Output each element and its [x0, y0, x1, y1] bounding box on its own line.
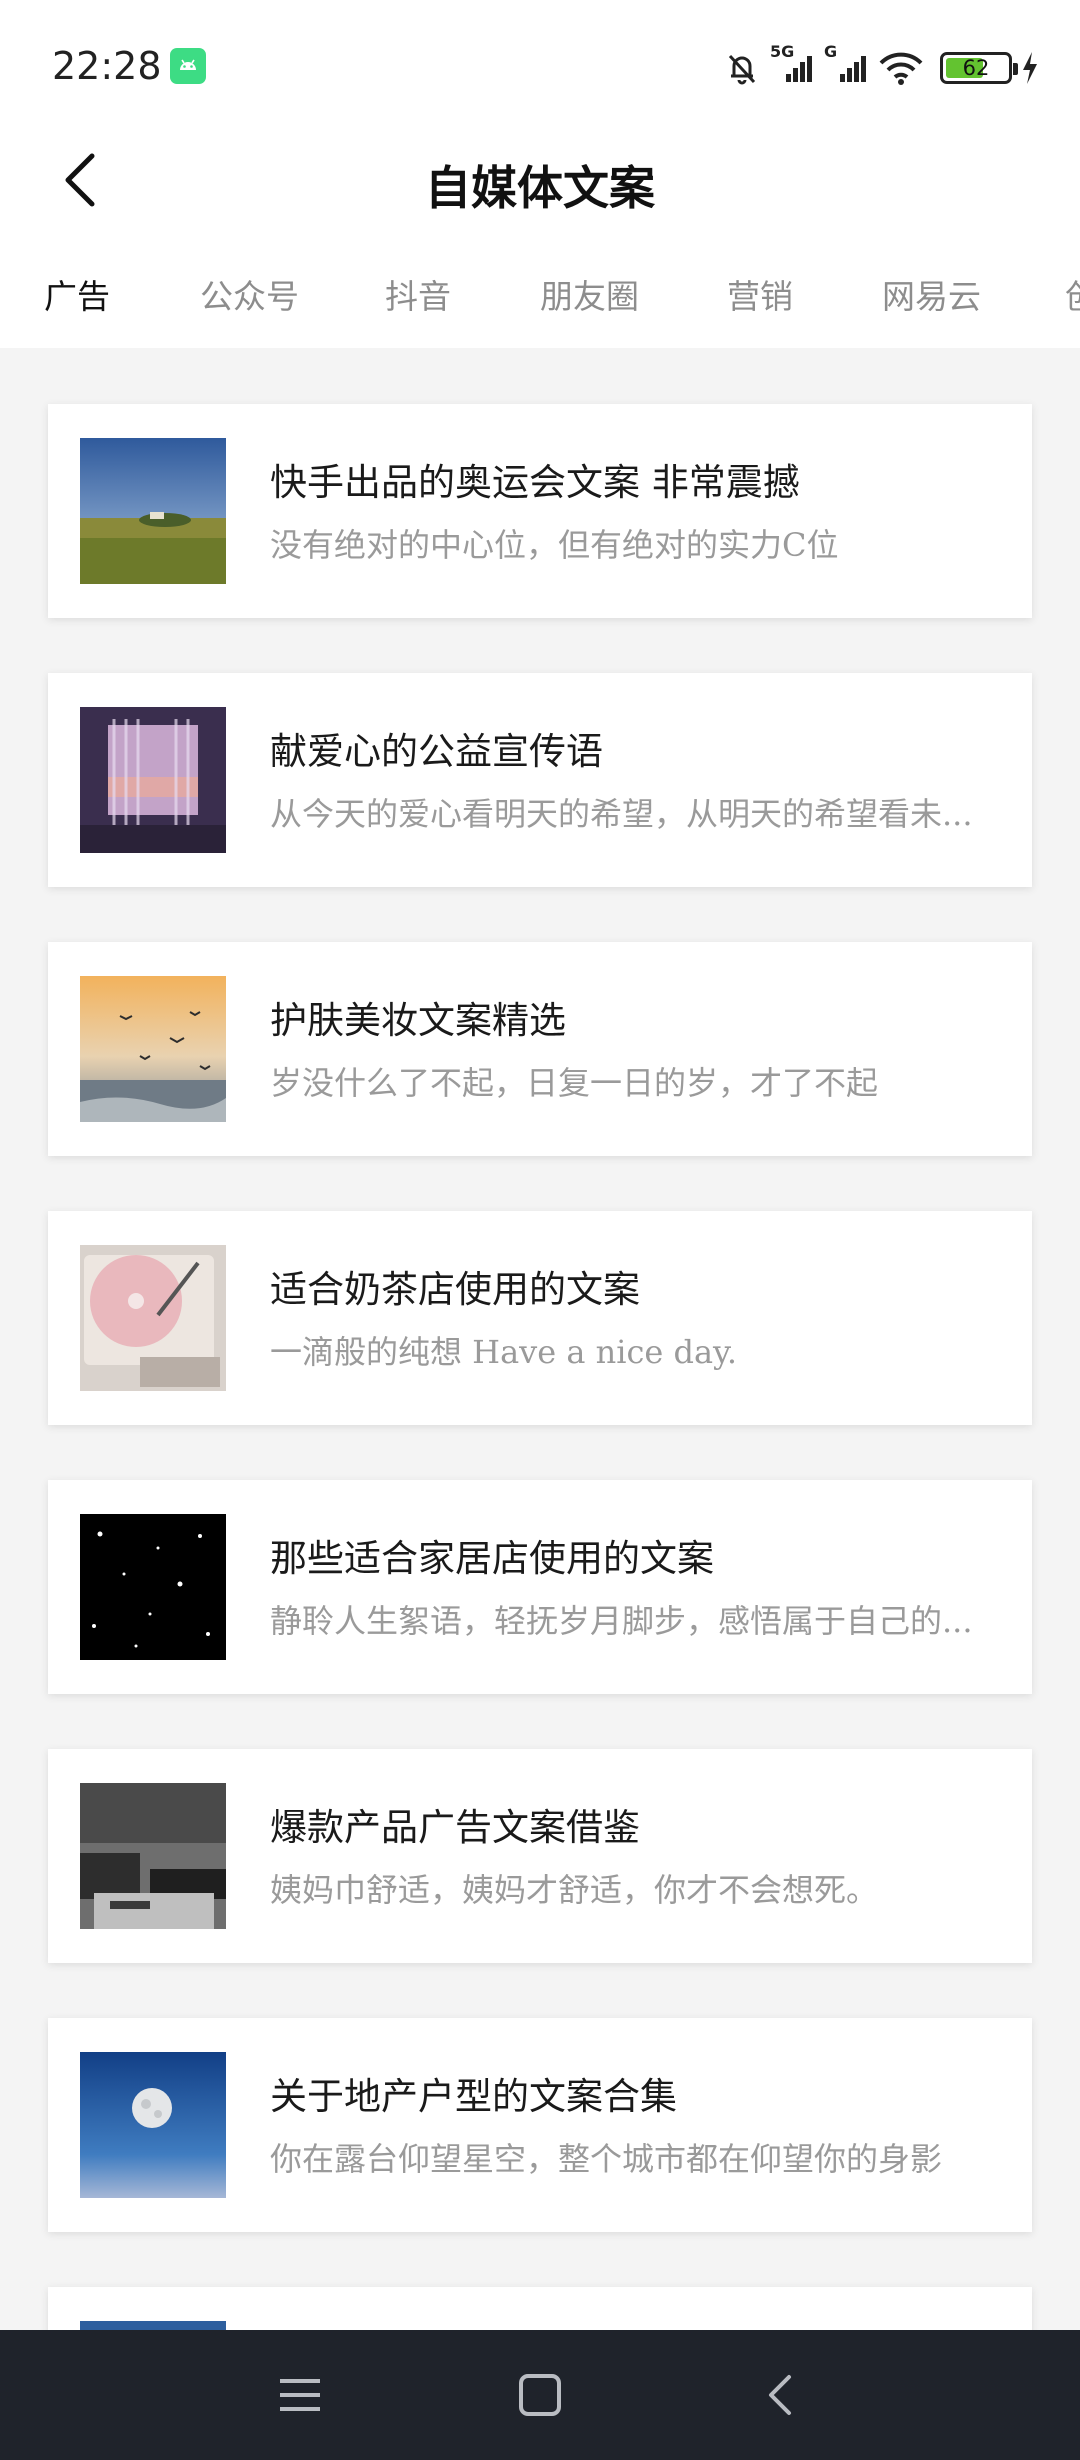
- signal-label-5g: 5G: [770, 42, 795, 61]
- article-title: 献爱心的公益宣传语: [270, 730, 603, 773]
- article-title: 快手出品的奥运会文案 非常震撼: [270, 461, 800, 504]
- tab-netease-cloud[interactable]: 网易云: [882, 270, 981, 318]
- cell-signal-icon-2: G: [824, 42, 870, 88]
- article-title: 关于地产户型的文案合集: [270, 2075, 677, 2118]
- battery-tip: [1013, 63, 1018, 75]
- article-title: 那些适合家居店使用的文案: [270, 1537, 714, 1580]
- list-item[interactable]: 关于地产户型的文案合集 你在露台仰望星空，整个城市都在仰望你的身影: [48, 2018, 1032, 2232]
- list-item[interactable]: 那些适合家居店使用的文案 静聆人生絮语，轻抚岁月脚步，感悟属于自己的...: [48, 1480, 1032, 1694]
- battery-level: 62: [962, 56, 990, 80]
- header: 自媒体文案: [0, 130, 1080, 230]
- article-subtitle: 一滴般的纯想 Have a nice day.: [270, 1333, 738, 1371]
- list-item[interactable]: 献爱心的公益宣传语 从今天的爱心看明天的希望，从明天的希望看未...: [48, 673, 1032, 887]
- cell-signal-icon: 5G: [770, 42, 816, 88]
- thumbnail-moon-blue-sky: [80, 2052, 226, 2198]
- list-item[interactable]: 爆款产品广告文案借鉴 姨妈巾舒适，姨妈才舒适，你才不会想死。: [48, 1749, 1032, 1963]
- article-subtitle: 静聆人生絮语，轻抚岁月脚步，感悟属于自己的...: [270, 1602, 973, 1640]
- tab-douyin[interactable]: 抖音: [385, 270, 451, 318]
- list-item[interactable]: [48, 2287, 1032, 2330]
- tab-ads[interactable]: 广告: [44, 270, 110, 318]
- android-notification-icon: [170, 48, 206, 84]
- list-item[interactable]: 护肤美妆文案精选 岁没什么了不起，日复一日的岁，才了不起: [48, 942, 1032, 1156]
- category-tabs: 广告 公众号 抖音 朋友圈 营销 网易云 创: [0, 230, 1080, 348]
- system-nav-bar: [0, 2330, 1080, 2460]
- article-list: 快手出品的奥运会文案 非常震撼 没有绝对的中心位，但有绝对的实力C位 献爱心的公…: [0, 348, 1080, 2330]
- mute-bell-icon: [722, 48, 762, 88]
- thumbnail-pink-record-player: [80, 1245, 226, 1391]
- list-item[interactable]: 适合奶茶店使用的文案 一滴般的纯想 Have a nice day.: [48, 1211, 1032, 1425]
- thumbnail-curtain-window: [80, 707, 226, 853]
- menu-button[interactable]: [270, 2365, 330, 2425]
- status-bar: 22:28 5G G 62: [0, 0, 1080, 130]
- home-square-icon: [519, 2374, 561, 2416]
- menu-icon: [280, 2379, 320, 2411]
- status-icons: 5G G 62: [722, 42, 1040, 92]
- article-title: 护肤美妆文案精选: [270, 999, 566, 1042]
- article-subtitle: 你在露台仰望星空，整个城市都在仰望你的身影: [270, 2140, 943, 2178]
- charging-icon: [1020, 50, 1040, 86]
- tab-official-account[interactable]: 公众号: [200, 270, 299, 318]
- article-subtitle: 没有绝对的中心位，但有绝对的实力C位: [270, 526, 839, 564]
- thumbnail-blue-sky: [80, 2321, 226, 2330]
- tab-partial[interactable]: 创: [1065, 270, 1080, 318]
- status-time: 22:28: [52, 44, 162, 88]
- article-subtitle: 岁没什么了不起，日复一日的岁，才了不起: [270, 1064, 879, 1102]
- thumbnail-dark-living-room: [80, 1783, 226, 1929]
- thumbnail-seagulls-sunset: [80, 976, 226, 1122]
- wifi-icon: [878, 48, 924, 88]
- article-subtitle: 从今天的爱心看明天的希望，从明天的希望看未...: [270, 795, 973, 833]
- system-back-button[interactable]: [750, 2365, 810, 2425]
- home-button[interactable]: [510, 2365, 570, 2425]
- tab-moments[interactable]: 朋友圈: [540, 270, 639, 318]
- article-title: 适合奶茶店使用的文案: [270, 1268, 640, 1311]
- tab-marketing[interactable]: 营销: [727, 270, 793, 318]
- article-subtitle: 姨妈巾舒适，姨妈才舒适，你才不会想死。: [270, 1871, 879, 1909]
- battery-icon: 62: [940, 52, 1018, 84]
- back-triangle-icon: [769, 2375, 791, 2415]
- thumbnail-starry-night: [80, 1514, 226, 1660]
- page-title: 自媒体文案: [425, 161, 655, 215]
- list-item[interactable]: 快手出品的奥运会文案 非常震撼 没有绝对的中心位，但有绝对的实力C位: [48, 404, 1032, 618]
- article-title: 爆款产品广告文案借鉴: [270, 1806, 640, 1849]
- signal-label-g: G: [824, 42, 838, 61]
- thumbnail-landscape-field: [80, 438, 226, 584]
